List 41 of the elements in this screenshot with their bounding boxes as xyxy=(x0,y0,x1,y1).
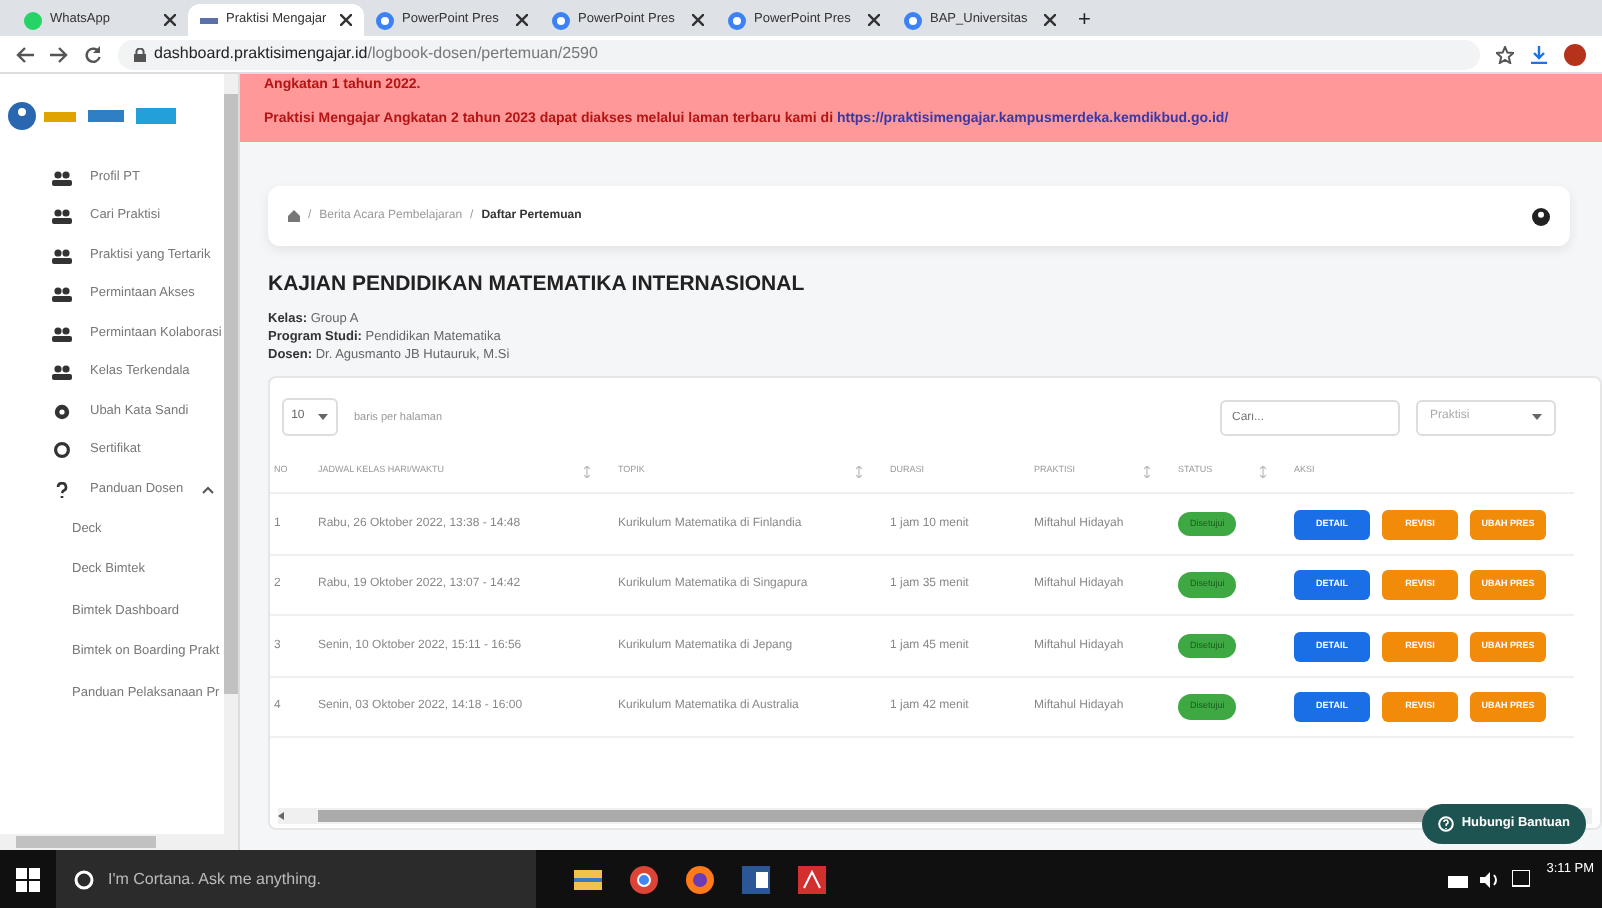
close-icon[interactable] xyxy=(164,14,176,26)
lock-icon xyxy=(134,47,146,61)
group-icon xyxy=(52,169,72,186)
notification-icon[interactable] xyxy=(1512,870,1531,888)
home-icon[interactable] xyxy=(288,210,300,222)
question-icon xyxy=(52,481,72,498)
close-icon[interactable] xyxy=(340,14,352,26)
ring-icon xyxy=(52,442,72,459)
group-icon xyxy=(52,208,72,225)
circle-icon xyxy=(728,11,746,29)
group-icon xyxy=(52,247,72,264)
circle-icon xyxy=(376,11,394,29)
group-icon xyxy=(52,364,72,381)
url-text: dashboard.praktisimengajar.id/logbook-dosen/pertemuan/2590 xyxy=(154,42,598,66)
close-icon[interactable] xyxy=(868,14,880,26)
windows-start-icon[interactable] xyxy=(16,867,40,891)
circle-icon xyxy=(904,11,922,29)
circle-icon xyxy=(552,11,570,29)
back-icon[interactable] xyxy=(16,45,34,63)
group-icon xyxy=(52,286,72,303)
forward-icon[interactable] xyxy=(50,45,68,63)
taskbar-search-field[interactable]: I'm Cortana. Ask me anything. xyxy=(56,850,536,908)
help-icon xyxy=(1437,816,1454,833)
close-icon[interactable] xyxy=(692,14,704,26)
group-icon xyxy=(52,325,72,342)
scroll-left-icon[interactable] xyxy=(278,812,286,820)
volume-icon[interactable] xyxy=(1480,871,1501,887)
file-explorer-icon[interactable] xyxy=(574,865,602,893)
profile-avatar-icon[interactable] xyxy=(1564,43,1586,65)
dropdown-caret-icon xyxy=(318,414,329,421)
dropdown-caret-icon xyxy=(1532,414,1542,421)
user-account-icon[interactable] xyxy=(1532,207,1550,225)
reload-icon[interactable] xyxy=(84,45,102,63)
course-title: KAJIAN PENDIDIKAN MATEMATIKA INTERNASIONAL xyxy=(268,270,807,300)
address-bar[interactable]: dashboard.praktisimengajar.id/logbook-dosen/pertemuan/2590 xyxy=(118,39,1480,69)
new-tab-button[interactable]: + xyxy=(1076,4,1093,36)
gear-icon xyxy=(52,403,72,420)
download-icon[interactable] xyxy=(1530,45,1548,63)
close-icon[interactable] xyxy=(516,14,528,26)
close-icon[interactable] xyxy=(1044,14,1056,26)
star-icon[interactable] xyxy=(1496,45,1514,63)
